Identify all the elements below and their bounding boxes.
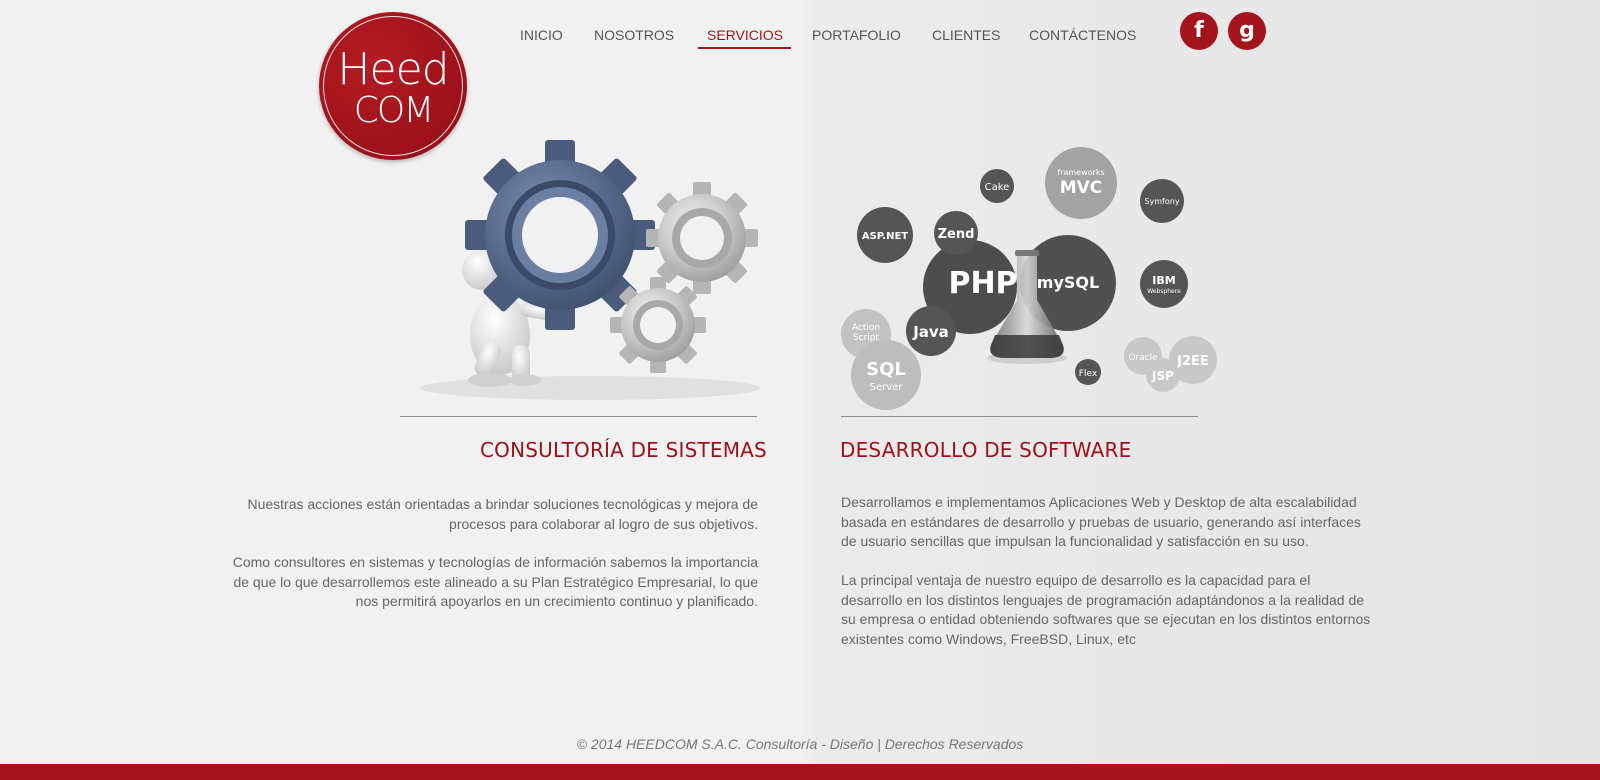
desarrollo-divider	[841, 416, 1198, 417]
nav-inicio[interactable]: INICIO	[520, 27, 563, 43]
desarrollo-title: DESARROLLO DE SOFTWARE	[840, 438, 1132, 462]
bubble-java: Java	[912, 323, 949, 341]
bubble-action: Action	[852, 323, 880, 333]
facebook-icon[interactable]: f	[1180, 12, 1218, 50]
consultoria-paragraph-1: Nuestras acciones están orientadas a bri…	[247, 496, 758, 532]
bubble-mvc-small: frameworks	[1057, 168, 1104, 177]
bubble-server: Server	[870, 382, 904, 393]
logo-text-com: COM	[353, 90, 435, 131]
nav-clientes[interactable]: CLIENTES	[932, 27, 1000, 43]
bubble-script: Script	[853, 333, 880, 343]
bubble-jsp: JSP	[1151, 369, 1174, 383]
bubble-j2ee: J2EE	[1176, 354, 1209, 369]
desarrollo-paragraph-2: La principal ventaja de nuestro equipo d…	[841, 572, 1371, 647]
consultoria-title: CONSULTORÍA DE SISTEMAS	[480, 438, 767, 462]
nav-servicios[interactable]: SERVICIOS	[707, 27, 783, 43]
tech-bubbles-illustration: PHP mySQL Java Zend Cake frameworks MVC …	[841, 147, 1217, 410]
bubble-websphere: Websphere	[1147, 288, 1181, 295]
consultoria-divider	[400, 416, 757, 417]
nav-active-indicator	[698, 47, 791, 49]
bubble-symfony: Symfony	[1144, 197, 1179, 206]
google-plus-icon[interactable]: g	[1228, 12, 1266, 50]
footer-copyright: © 2014 HEEDCOM S.A.C. Consultoría - Dise…	[576, 736, 1024, 752]
footer-bar	[0, 764, 1600, 780]
bubble-php: PHP	[948, 266, 1017, 301]
bubble-sql: SQL	[866, 359, 906, 380]
gears-illustration	[420, 140, 760, 400]
main-nav: INICIO NOSOTROS SERVICIOS PORTAFOLIO CLI…	[0, 0, 1600, 52]
nav-contactenos[interactable]: CONTÁCTENOS	[1029, 27, 1136, 43]
nav-nosotros[interactable]: NOSOTROS	[594, 27, 674, 43]
bubble-zend: Zend	[938, 227, 975, 242]
consultoria-paragraph-2: Como consultores en sistemas y tecnologí…	[232, 554, 758, 609]
bubble-ibm: IBM	[1152, 274, 1175, 287]
bubble-flex: Flex	[1079, 369, 1098, 379]
bubble-cake: Cake	[985, 182, 1010, 193]
bubble-mvc: MVC	[1060, 178, 1103, 198]
silver-gear-small-icon	[610, 277, 706, 373]
nav-portafolio[interactable]: PORTAFOLIO	[812, 27, 901, 43]
bubble-mysql: mySQL	[1037, 273, 1099, 292]
desarrollo-paragraph-1: Desarrollamos e implementamos Aplicacion…	[841, 494, 1361, 549]
bubble-aspnet: ASP.NET	[862, 231, 908, 242]
